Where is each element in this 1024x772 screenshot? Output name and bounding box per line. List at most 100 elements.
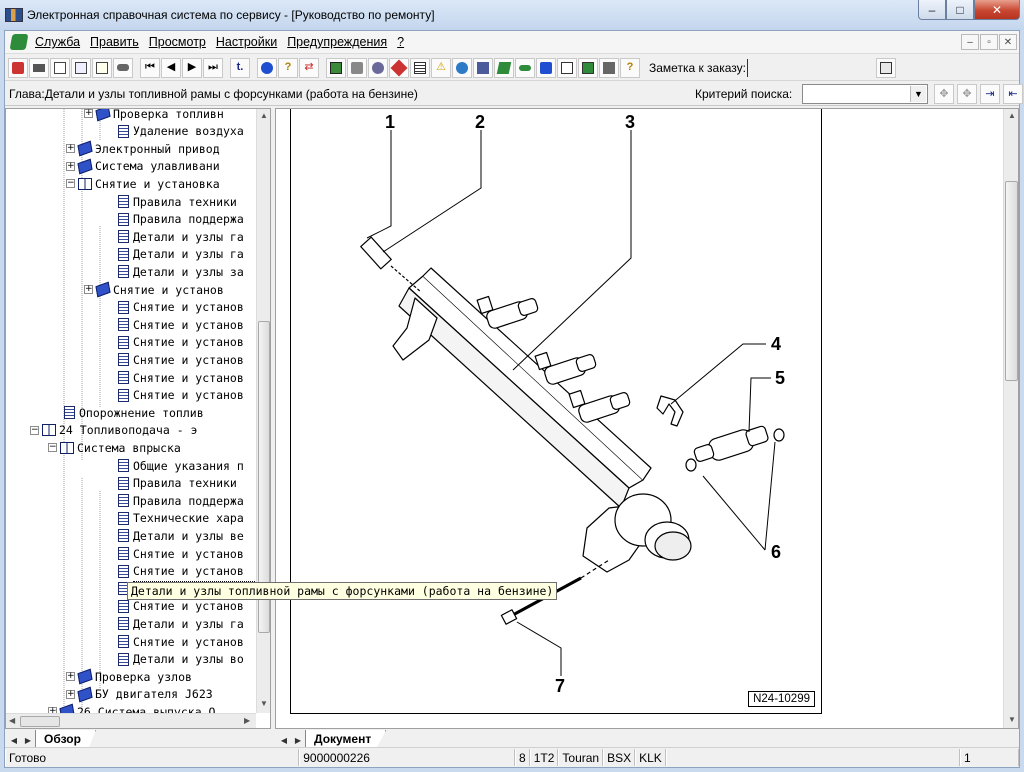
info-icon[interactable]: [257, 57, 277, 78]
scroll-up-icon[interactable]: ▲: [260, 111, 268, 120]
tree-item[interactable]: Правила техники: [118, 193, 237, 210]
tree-item[interactable]: Удаление воздуха: [118, 123, 244, 140]
expand-node-icon[interactable]: +: [66, 689, 75, 699]
tree-item[interactable]: Общие указания п: [118, 457, 244, 474]
doc-minimize-button[interactable]: –: [961, 34, 979, 50]
last-page-icon[interactable]: ⏭: [203, 57, 223, 78]
repair-book-icon[interactable]: [389, 57, 409, 78]
menu-settings[interactable]: Настройки: [211, 35, 282, 49]
expand-node-icon[interactable]: +: [66, 161, 75, 171]
menu-edit[interactable]: Править: [85, 35, 144, 49]
engine-icon[interactable]: [347, 57, 367, 78]
order-note-icon[interactable]: [875, 57, 896, 78]
help-icon[interactable]: ?: [278, 57, 298, 78]
expand-node-icon[interactable]: +: [84, 285, 93, 294]
menu-view[interactable]: Просмотр: [144, 35, 211, 49]
doc-close-button[interactable]: ✕: [999, 34, 1017, 50]
tree-item[interactable]: Снятие и установ: [118, 563, 244, 580]
manual-icon[interactable]: [494, 57, 514, 78]
document-vertical-scrollbar[interactable]: ▲ ▼: [1003, 109, 1018, 728]
scroll-right-icon[interactable]: ▶: [244, 716, 250, 725]
save-icon[interactable]: [473, 57, 493, 78]
tree-item[interactable]: Снятие и установ: [118, 299, 244, 316]
filter-icon[interactable]: ✥: [934, 84, 954, 104]
book-edit-icon[interactable]: [578, 57, 598, 78]
collapse-node-icon[interactable]: −: [66, 179, 75, 189]
tree-vertical-scrollbar[interactable]: ▲ ▼: [256, 109, 270, 713]
tree-item[interactable]: + Система улавливани: [66, 158, 220, 175]
maximize-button[interactable]: □: [946, 0, 974, 20]
expand-node-icon[interactable]: +: [84, 109, 93, 118]
checklist-icon[interactable]: [557, 57, 577, 78]
tree-item[interactable]: Снятие и установ: [118, 351, 244, 368]
car-icon[interactable]: [515, 57, 535, 78]
tree-item[interactable]: Правила поддержа: [118, 492, 244, 509]
tree-item[interactable]: Снятие и установ: [118, 633, 244, 650]
tree-item[interactable]: Снятие и установ: [118, 598, 244, 615]
collapse-icon[interactable]: ⇤: [1003, 84, 1023, 104]
jump-icon[interactable]: t.: [230, 57, 250, 78]
vehicle-icon[interactable]: [113, 57, 133, 78]
tree-item[interactable]: Правила поддержа: [118, 211, 244, 228]
tree-item[interactable]: Детали и узлы ве: [118, 527, 244, 544]
tree-item[interactable]: Детали и узлы за: [118, 263, 244, 280]
tree-item[interactable]: + Снятие и установ: [84, 281, 224, 298]
tree-item[interactable]: Технические хара: [118, 510, 244, 527]
collapse-node-icon[interactable]: −: [30, 425, 39, 435]
filter-clear-icon[interactable]: ✥: [957, 84, 977, 104]
exit-icon[interactable]: [8, 57, 28, 78]
tree-item[interactable]: Детали и узлы га: [118, 615, 244, 632]
doc-tab-prev-icon[interactable]: ◀: [277, 733, 291, 748]
tree-item[interactable]: + Проверка топливн: [84, 109, 224, 122]
chevron-down-icon[interactable]: ▼: [910, 86, 926, 102]
menu-warnings[interactable]: Предупреждения: [282, 35, 392, 49]
doc-scroll-up-icon[interactable]: ▲: [1008, 111, 1016, 120]
sync-icon[interactable]: ⇄: [299, 57, 319, 78]
new-document-icon[interactable]: [50, 57, 70, 78]
tab-overview[interactable]: Обзор: [35, 730, 96, 748]
first-page-icon[interactable]: ⏮: [140, 57, 160, 78]
edit-document-icon[interactable]: [71, 57, 91, 78]
tree-item[interactable]: + Электронный привод: [66, 140, 220, 157]
expand-node-icon[interactable]: +: [66, 672, 75, 682]
expand-icon[interactable]: ⇥: [980, 84, 1000, 104]
context-help-icon[interactable]: ?: [620, 57, 640, 78]
tab-document[interactable]: Документ: [305, 730, 387, 748]
tree-item[interactable]: Детали и узлы га: [118, 228, 244, 245]
list-icon[interactable]: [410, 57, 430, 78]
search-doc-icon[interactable]: [536, 57, 556, 78]
doc-restore-button[interactable]: ▫: [980, 34, 998, 50]
menu-help[interactable]: ?: [392, 35, 409, 49]
tree-item[interactable]: Снятие и установ: [118, 316, 244, 333]
tab-next-icon[interactable]: ▶: [21, 733, 35, 748]
tree-item[interactable]: + Проверка узлов: [66, 668, 192, 685]
doc-tab-next-icon[interactable]: ▶: [291, 733, 305, 748]
expand-node-icon[interactable]: +: [66, 144, 75, 154]
tree-item[interactable]: Снятие и установ: [118, 387, 244, 404]
next-page-icon[interactable]: ▶: [182, 57, 202, 78]
tree-hscroll-thumb[interactable]: [20, 716, 60, 727]
document-scroll-thumb[interactable]: [1005, 181, 1018, 381]
tree-item[interactable]: + БУ двигателя J623: [66, 686, 213, 703]
tree-item[interactable]: − 24 Топливоподача - э: [30, 422, 197, 439]
tab-prev-icon[interactable]: ◀: [7, 733, 21, 748]
globe-icon[interactable]: [452, 57, 472, 78]
scroll-left-icon[interactable]: ◀: [9, 716, 15, 725]
calculator-icon[interactable]: [326, 57, 346, 78]
tree-item[interactable]: Правила техники: [118, 475, 237, 492]
collapse-node-icon[interactable]: −: [48, 443, 57, 453]
menu-service[interactable]: Служба: [30, 35, 85, 49]
tree-horizontal-scrollbar[interactable]: ◀ ▶: [6, 713, 256, 728]
warning-icon[interactable]: ⚠: [431, 57, 451, 78]
tools-icon[interactable]: [368, 57, 388, 78]
tree-item[interactable]: Детали и узлы га: [118, 246, 244, 263]
doc-scroll-down-icon[interactable]: ▼: [1008, 715, 1016, 724]
tree-item[interactable]: Опорожнение топлив: [64, 404, 204, 421]
tree-item[interactable]: Снятие и установ: [118, 334, 244, 351]
close-button[interactable]: ✕: [974, 0, 1020, 20]
search-criteria-select[interactable]: ▼: [802, 84, 928, 104]
scroll-down-icon[interactable]: ▼: [260, 699, 268, 708]
print-icon[interactable]: [29, 57, 49, 78]
diagnosis-icon[interactable]: [599, 57, 619, 78]
minimize-button[interactable]: –: [918, 0, 946, 20]
